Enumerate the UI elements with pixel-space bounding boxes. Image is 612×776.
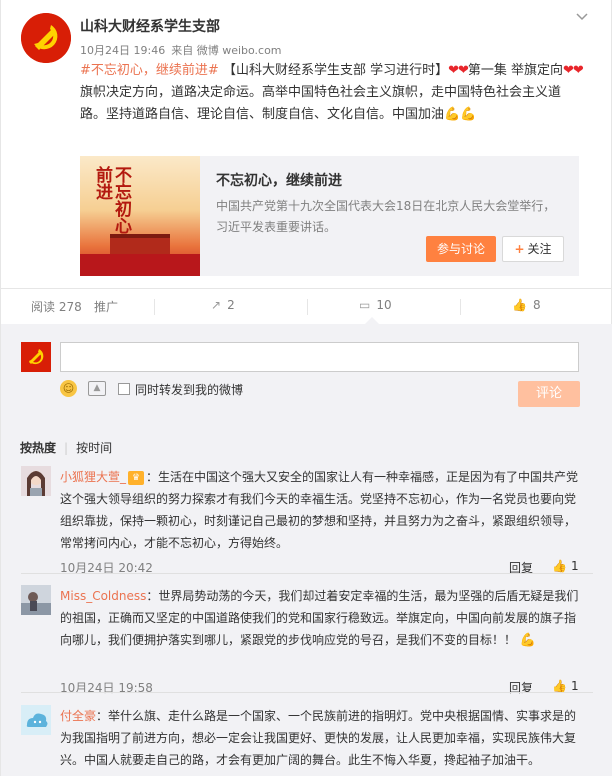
author-avatar[interactable] bbox=[21, 13, 71, 63]
topic-link[interactable]: #不忘初心，继续前进# bbox=[80, 63, 219, 78]
comment-like-count: 1 bbox=[570, 559, 579, 573]
party-emblem-icon bbox=[21, 13, 71, 63]
active-tab-pointer bbox=[365, 317, 379, 324]
thumbs-up-icon: 👍 bbox=[512, 298, 527, 312]
read-count: 阅读 278 bbox=[31, 300, 82, 314]
comment-like-count: 1 bbox=[570, 679, 579, 693]
heart-emoji-icon: ❤❤ bbox=[563, 63, 584, 78]
like-button[interactable]: 👍 8 bbox=[512, 298, 541, 312]
share-card-image[interactable]: 不忘初心继续前进 bbox=[80, 156, 200, 276]
commenter-avatar[interactable] bbox=[21, 466, 51, 496]
comment-time: 10月24日 19:58 bbox=[60, 681, 153, 695]
comment-body: Miss_Coldness：世界局势动荡的今天，我们却过着安定幸福的生活，最为坚… bbox=[60, 585, 580, 652]
repost-checkbox-label: 同时转发到我的微博 bbox=[135, 383, 244, 397]
divider bbox=[21, 573, 593, 574]
post-action-bar: 阅读 278 推广 ↗ 2 ▭ 10 👍 8 bbox=[1, 289, 612, 323]
follow-button[interactable]: + 关注 bbox=[502, 236, 564, 262]
comment-icon: ▭ bbox=[359, 298, 371, 312]
comment-button[interactable]: ▭ 10 bbox=[359, 298, 392, 312]
repost-button[interactable]: ↗ 2 bbox=[211, 298, 235, 312]
post-header: 山科大财经系学生支部 bbox=[80, 16, 220, 36]
repost-checkbox[interactable] bbox=[118, 383, 130, 395]
comment-like-button[interactable]: 👍 1 bbox=[552, 679, 579, 693]
share-card[interactable]: 不忘初心继续前进 不忘初心，继续前进 中国共产党第十九次全国代表大会18日在北京… bbox=[80, 156, 579, 276]
comment-body: 付全豪：举什么旗、走什么路是一个国家、一个民族前进的指明灯。党中央根据国情、实事… bbox=[60, 705, 580, 771]
post-text: #不忘初心，继续前进# 【山科大财经系学生支部 学习进行时】❤❤第一集 举旗定向… bbox=[80, 60, 585, 126]
comment-text: ：举什么旗、走什么路是一个国家、一个民族前进的指明灯。党中央根据国情、实事求是的… bbox=[60, 709, 577, 767]
post-source: 来自 微博 weibo.com bbox=[171, 44, 282, 57]
promote-link[interactable]: 推广 bbox=[94, 298, 118, 315]
reply-button[interactable]: 回复 bbox=[509, 679, 533, 696]
commenter-avatar[interactable] bbox=[21, 705, 51, 735]
follow-label: 关注 bbox=[527, 242, 552, 256]
post-meta: 10月24日 19:46 来自 微博 weibo.com bbox=[80, 42, 288, 58]
commenter-name[interactable]: Miss_Coldness bbox=[60, 589, 146, 603]
commenter-name[interactable]: 小狐狸大萱_ bbox=[60, 470, 126, 484]
submit-comment-button[interactable]: 评论 bbox=[518, 381, 580, 407]
weibo-post-card: 山科大财经系学生支部 10月24日 19:46 来自 微博 weibo.com #… bbox=[0, 0, 612, 776]
share-card-desc: 中国共产党第十九次全国代表大会18日在北京人民大会堂举行，习近平发表重要讲话。 bbox=[216, 199, 556, 234]
comment-input[interactable] bbox=[60, 342, 579, 372]
join-discussion-button[interactable]: 参与讨论 bbox=[426, 236, 496, 262]
author-name[interactable]: 山科大财经系学生支部 bbox=[80, 16, 220, 36]
repost-icon: ↗ bbox=[211, 298, 222, 312]
like-count: 8 bbox=[532, 298, 541, 312]
plus-icon: + bbox=[514, 242, 525, 256]
sort-by-hot[interactable]: 按热度 bbox=[20, 441, 56, 455]
image-upload-icon[interactable]: ▲ bbox=[88, 381, 106, 396]
heart-emoji-icon: ❤❤ bbox=[448, 63, 469, 78]
comment-count: 10 bbox=[376, 298, 392, 312]
commenter-avatar[interactable] bbox=[21, 585, 51, 615]
share-card-title[interactable]: 不忘初心，继续前进 bbox=[216, 170, 342, 190]
sort-tabs: 按热度 | 按时间 bbox=[20, 439, 112, 456]
repost-count: 2 bbox=[227, 298, 235, 312]
divider bbox=[307, 299, 308, 315]
tiananmen-graphic bbox=[110, 234, 170, 254]
comment-body: 小狐狸大萱_ ♛ ：生活在中国这个强大又安全的国家让人有一种幸福感，正是因为有了中国… bbox=[60, 466, 580, 554]
sort-by-time[interactable]: 按时间 bbox=[76, 441, 112, 455]
post-date[interactable]: 10月24日 19:46 bbox=[80, 44, 165, 57]
post-text-b: 第一集 举旗定向 bbox=[467, 63, 564, 78]
divider bbox=[460, 299, 461, 315]
thumbs-up-icon: 👍 bbox=[552, 559, 567, 573]
comment-section: ☺ ▲ 同时转发到我的微博 评论 按热度 | 按时间 小狐狸大萱_ ♛ ：生活在中国这个… bbox=[1, 324, 612, 776]
comment-like-button[interactable]: 👍 1 bbox=[552, 559, 579, 573]
thumbs-up-icon: 👍 bbox=[552, 679, 567, 693]
chevron-down-icon[interactable] bbox=[575, 10, 589, 24]
commenter-name[interactable]: 付全豪 bbox=[60, 709, 96, 723]
divider bbox=[154, 299, 155, 315]
post-text-a: 【山科大财经系学生支部 学习进行时】 bbox=[222, 63, 449, 78]
divider bbox=[21, 692, 593, 693]
post-text-c: 旗帜决定方向，道路决定命运。高举中国特色社会主义旗帜，走中国特色社会主义道路。坚… bbox=[80, 85, 562, 122]
vip-badge-icon[interactable]: ♛ bbox=[128, 470, 145, 485]
sort-separator: | bbox=[64, 441, 69, 455]
emoji-icon[interactable]: ☺ bbox=[60, 380, 77, 397]
party-emblem-icon bbox=[21, 342, 51, 372]
strong-arm-emoji-icon: 💪 bbox=[519, 633, 537, 648]
flag-crowd-graphic bbox=[80, 254, 200, 276]
strong-arm-emoji-icon: 💪💪 bbox=[444, 107, 477, 122]
my-avatar[interactable] bbox=[21, 342, 51, 372]
